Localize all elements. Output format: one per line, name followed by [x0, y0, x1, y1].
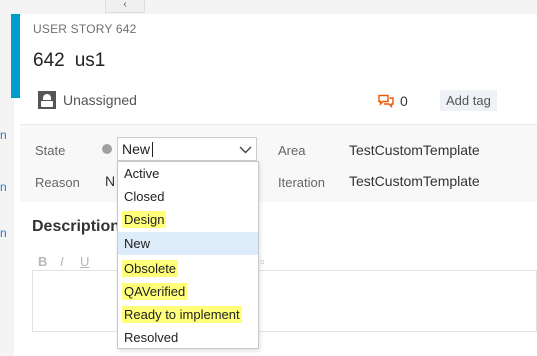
- work-item-color-bar: [11, 14, 20, 98]
- area-value[interactable]: TestCustomTemplate: [349, 142, 480, 158]
- state-label: State: [35, 143, 66, 158]
- state-option-qaverified[interactable]: QAVerified: [118, 280, 258, 303]
- assignee-picker[interactable]: Unassigned: [38, 91, 137, 109]
- state-option-resolved[interactable]: Resolved: [118, 326, 258, 349]
- toolbar-more-icon[interactable]: ▫: [260, 254, 265, 269]
- left-panel-link-fragment[interactable]: n: [0, 180, 7, 194]
- bold-button[interactable]: B: [38, 254, 47, 269]
- state-dropdown[interactable]: New: [117, 137, 257, 161]
- discussion-link[interactable]: 0: [378, 93, 408, 109]
- work-item-title-text[interactable]: us1: [75, 50, 106, 71]
- iteration-label: Iteration: [278, 175, 325, 190]
- fields-section: State New Area TestCustomTemplate Reason…: [20, 124, 537, 204]
- reason-value[interactable]: N: [105, 173, 115, 189]
- state-option-design[interactable]: Design: [118, 208, 258, 231]
- state-option-new[interactable]: New: [118, 232, 258, 255]
- assignee-label: Unassigned: [63, 92, 137, 108]
- state-option-closed[interactable]: Closed: [118, 185, 258, 208]
- reason-label: Reason: [35, 175, 80, 190]
- work-item-header: USER STORY 642 642 us1 Unassigned 0 Add t…: [20, 14, 537, 140]
- area-label: Area: [278, 143, 306, 158]
- work-item-id: 642: [33, 50, 65, 71]
- work-item-title[interactable]: 642 us1: [33, 50, 105, 72]
- description-editor[interactable]: [32, 270, 537, 332]
- chevron-down-icon[interactable]: [239, 146, 252, 154]
- description-title: Description: [32, 218, 121, 235]
- chevron-left-icon: ‹: [123, 0, 127, 10]
- state-color-dot-icon: [102, 144, 112, 154]
- left-panel-link-fragment[interactable]: n: [0, 128, 7, 142]
- underline-button[interactable]: U: [80, 254, 89, 269]
- state-options-list: Active Closed Design New Obsolete QAVeri…: [117, 161, 259, 349]
- state-option-ready-to-implement[interactable]: Ready to implement: [118, 303, 258, 326]
- left-panel-link-fragment[interactable]: n: [0, 226, 7, 240]
- work-item-type: USER STORY 642: [33, 22, 137, 36]
- state-option-obsolete[interactable]: Obsolete: [118, 257, 258, 280]
- description-section: Description B I U ▫: [20, 202, 537, 356]
- unassigned-avatar-icon: [38, 91, 56, 109]
- comments-icon: [378, 94, 394, 108]
- add-tag-button[interactable]: Add tag: [440, 90, 497, 111]
- top-bar: [14, 0, 537, 15]
- text-cursor: [152, 142, 153, 157]
- comment-count: 0: [400, 93, 408, 109]
- state-option-active[interactable]: Active: [118, 162, 258, 185]
- collapse-panel-button[interactable]: ‹: [105, 0, 145, 13]
- state-input-value[interactable]: New: [122, 141, 150, 157]
- italic-button[interactable]: I: [60, 254, 64, 269]
- iteration-value[interactable]: TestCustomTemplate: [349, 173, 480, 189]
